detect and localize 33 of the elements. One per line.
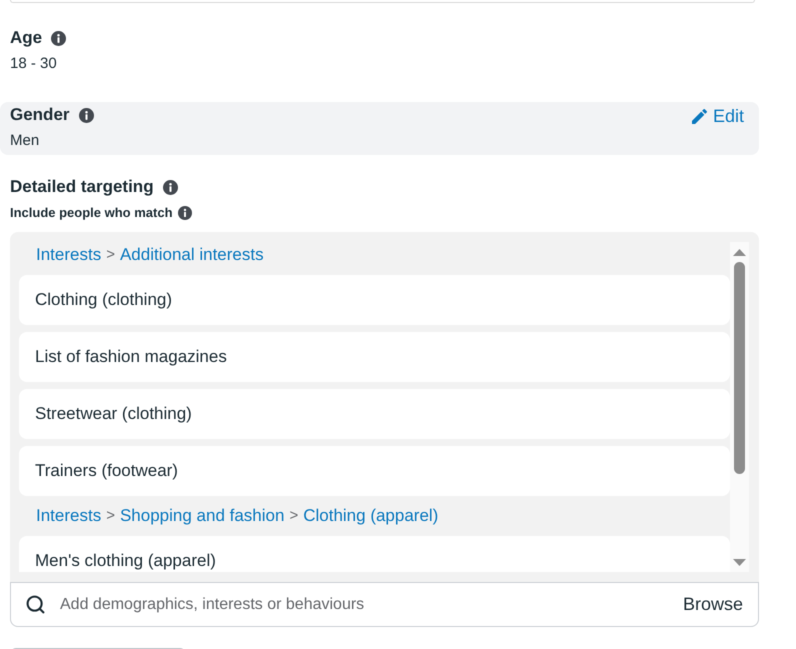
breadcrumb-link[interactable]: Interests bbox=[36, 244, 102, 266]
include-label: Include people who match bbox=[10, 204, 173, 221]
section-label: Age bbox=[10, 28, 42, 48]
breadcrumb-link[interactable]: Interests bbox=[36, 505, 102, 527]
scroll-up-arrow-icon[interactable] bbox=[733, 249, 746, 256]
breadcrumb-separator: > bbox=[106, 245, 115, 265]
section-value: 18 - 30 bbox=[10, 55, 58, 73]
scroll-down-arrow-icon[interactable] bbox=[733, 559, 746, 566]
search-placeholder: Add demographics, interests or behaviours bbox=[60, 594, 364, 614]
breadcrumb-separator: > bbox=[289, 506, 298, 526]
targeting-item[interactable]: Streetwear (clothing) bbox=[19, 389, 730, 439]
section-value: Men bbox=[10, 132, 40, 150]
search-field[interactable]: Add demographics, interests or behaviours Browse bbox=[10, 582, 759, 627]
section-label: Detailed targeting bbox=[10, 177, 154, 197]
scrollbar-track[interactable] bbox=[730, 242, 749, 572]
search-icon bbox=[25, 594, 46, 615]
breadcrumb-link[interactable]: Clothing (apparel) bbox=[303, 505, 438, 527]
breadcrumb-link[interactable]: Additional interests bbox=[120, 244, 264, 266]
info-icon[interactable] bbox=[178, 206, 192, 220]
info-icon[interactable] bbox=[51, 30, 66, 46]
info-icon[interactable] bbox=[162, 180, 178, 194]
breadcrumb-separator: > bbox=[106, 506, 115, 526]
breadcrumb-link[interactable]: Shopping and fashion bbox=[120, 505, 284, 527]
targeting-item[interactable]: Trainers (footwear) bbox=[19, 446, 730, 496]
section-label: Gender bbox=[10, 105, 70, 125]
scrollbar-thumb[interactable] bbox=[734, 262, 745, 474]
targeting-item[interactable]: Men's clothing (apparel) bbox=[19, 536, 730, 572]
targeting-item[interactable]: Clothing (clothing) bbox=[19, 275, 730, 325]
info-icon[interactable] bbox=[78, 108, 94, 122]
edit-button[interactable]: Edit bbox=[692, 105, 744, 127]
targeting-item[interactable]: List of fashion magazines bbox=[19, 332, 730, 382]
browse-button[interactable]: Browse bbox=[682, 591, 743, 618]
pencil-icon bbox=[692, 108, 707, 124]
